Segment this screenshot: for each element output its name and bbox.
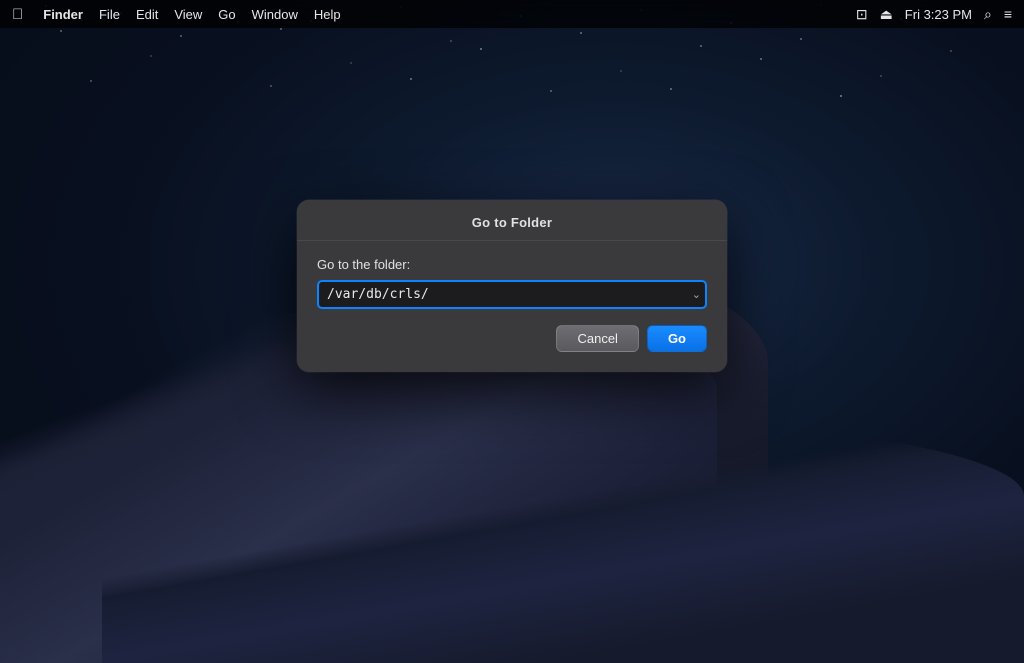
clock: Fri 3:23 PM	[905, 7, 972, 22]
dialog-titlebar: Go to Folder	[297, 200, 727, 241]
menu-edit[interactable]: Edit	[136, 7, 158, 22]
go-button[interactable]: Go	[647, 325, 707, 352]
dialog-body: Go to the folder: ⌄ Cancel Go	[297, 241, 727, 372]
menubar-left:  Finder File Edit View Go Window Help	[12, 6, 856, 23]
menu-finder[interactable]: Finder	[43, 7, 83, 22]
folder-label: Go to the folder:	[317, 257, 707, 272]
menu-file[interactable]: File	[99, 7, 120, 22]
dialog-buttons: Cancel Go	[317, 325, 707, 352]
menu-view[interactable]: View	[174, 7, 202, 22]
folder-input[interactable]	[317, 280, 707, 309]
menu-help[interactable]: Help	[314, 7, 341, 22]
screen-icon[interactable]: ⊡	[856, 6, 868, 23]
dialog-title: Go to Folder	[472, 215, 552, 230]
cancel-button[interactable]: Cancel	[556, 325, 638, 352]
control-center-icon[interactable]: ≡	[1004, 6, 1012, 22]
dialog-overlay: Go to Folder Go to the folder: ⌄ Cancel …	[0, 28, 1024, 663]
eject-icon[interactable]: ⏏	[880, 6, 893, 23]
menu-window[interactable]: Window	[252, 7, 298, 22]
menubar-right: ⊡ ⏏ Fri 3:23 PM ⌕ ≡	[856, 6, 1012, 23]
desktop:  Finder File Edit View Go Window Help ⊡…	[0, 0, 1024, 663]
apple-logo-icon[interactable]: 	[12, 6, 23, 23]
menubar:  Finder File Edit View Go Window Help ⊡…	[0, 0, 1024, 28]
menu-go[interactable]: Go	[218, 7, 235, 22]
folder-input-wrapper: ⌄	[317, 280, 707, 309]
go-to-folder-dialog: Go to Folder Go to the folder: ⌄ Cancel …	[297, 200, 727, 372]
search-icon[interactable]: ⌕	[984, 6, 992, 23]
